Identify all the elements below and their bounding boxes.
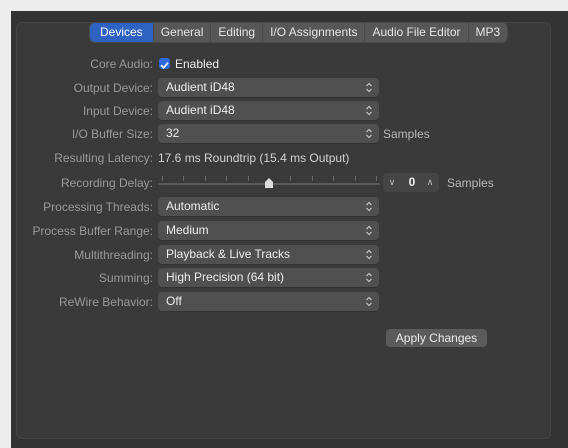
output-device-row: Output Device: Audient iD48: [0, 78, 568, 98]
core-audio-checkbox[interactable]: [159, 58, 170, 69]
apply-changes-button[interactable]: Apply Changes: [386, 329, 487, 347]
tab-general[interactable]: General: [154, 23, 212, 42]
slider-tick: [355, 176, 356, 181]
io-buffer-select[interactable]: 32: [158, 124, 379, 143]
slider-tick: [376, 176, 377, 181]
input-device-label: Input Device:: [82, 104, 153, 118]
checkmark-icon: [160, 62, 169, 69]
latency-row: Resulting Latency: 17.6 ms Roundtrip (15…: [0, 148, 568, 168]
process-buffer-select[interactable]: Medium: [158, 221, 379, 240]
slider-tick: [183, 176, 184, 181]
slider-tick: [162, 176, 163, 181]
processing-threads-row: Processing Threads: Automatic: [0, 197, 568, 217]
output-device-value: Audient iD48: [166, 80, 235, 94]
stepper-down-button[interactable]: ∨: [386, 174, 398, 191]
recording-delay-row: Recording Delay: ∨ 0 ∧ Samples: [0, 173, 568, 193]
output-device-label: Output Device:: [73, 81, 153, 95]
latency-value: 17.6 ms Roundtrip (15.4 ms Output): [158, 151, 350, 165]
multithreading-select[interactable]: Playback & Live Tracks: [158, 245, 379, 264]
updown-chevron-icon: [366, 225, 372, 236]
process-buffer-value: Medium: [166, 223, 209, 237]
output-device-select[interactable]: Audient iD48: [158, 78, 379, 97]
io-buffer-row: I/O Buffer Size: 32 Samples: [0, 124, 568, 144]
input-device-row: Input Device: Audient iD48: [0, 101, 568, 121]
updown-chevron-icon: [366, 201, 372, 212]
updown-chevron-icon: [366, 296, 372, 307]
input-device-value: Audient iD48: [166, 103, 235, 117]
core-audio-enabled-label[interactable]: Enabled: [175, 54, 219, 74]
multithreading-label: Multithreading:: [74, 248, 153, 262]
summing-select[interactable]: High Precision (64 bit): [158, 268, 379, 287]
slider-tick: [290, 176, 291, 181]
slider-thumb[interactable]: [264, 177, 274, 189]
process-buffer-row: Process Buffer Range: Medium: [0, 221, 568, 241]
updown-chevron-icon: [366, 105, 372, 116]
tab-audio-file-editor[interactable]: Audio File Editor: [365, 23, 469, 42]
io-buffer-value: 32: [166, 126, 180, 140]
recording-delay-stepper: ∨ 0 ∧: [383, 173, 439, 192]
stepper-up-button[interactable]: ∧: [424, 174, 436, 191]
core-audio-row: Core Audio: Enabled: [0, 54, 568, 74]
updown-chevron-icon: [366, 128, 372, 139]
io-buffer-unit: Samples: [383, 127, 430, 141]
tab-devices[interactable]: Devices: [90, 23, 154, 42]
rewire-label: ReWire Behavior:: [58, 295, 153, 309]
slider-tick: [205, 176, 206, 181]
recording-delay-unit: Samples: [447, 176, 494, 190]
tab-mp3[interactable]: MP3: [469, 23, 508, 42]
multithreading-value: Playback & Live Tracks: [166, 247, 291, 261]
multithreading-row: Multithreading: Playback & Live Tracks: [0, 245, 568, 265]
recording-delay-label: Recording Delay:: [60, 176, 153, 190]
input-device-select[interactable]: Audient iD48: [158, 101, 379, 120]
processing-threads-label: Processing Threads:: [43, 200, 153, 214]
processing-threads-select[interactable]: Automatic: [158, 197, 379, 216]
slider-tick: [226, 176, 227, 181]
rewire-value: Off: [166, 294, 182, 308]
slider-tick: [312, 176, 313, 181]
io-buffer-label: I/O Buffer Size:: [71, 127, 153, 141]
processing-threads-value: Automatic: [166, 199, 220, 213]
slider-tick: [248, 176, 249, 181]
recording-delay-value[interactable]: 0: [401, 173, 423, 192]
tab-editing[interactable]: Editing: [211, 23, 264, 42]
summing-row: Summing: High Precision (64 bit): [0, 268, 568, 288]
tab-bar: Devices General Editing I/O Assignments …: [90, 23, 508, 42]
latency-label: Resulting Latency:: [54, 151, 153, 165]
core-audio-label: Core Audio:: [90, 57, 153, 71]
slider-tick: [333, 176, 334, 181]
summing-label: Summing:: [98, 271, 153, 285]
tab-io-assignments[interactable]: I/O Assignments: [263, 23, 366, 42]
process-buffer-label: Process Buffer Range:: [32, 224, 153, 238]
rewire-row: ReWire Behavior: Off: [0, 292, 568, 312]
recording-delay-slider[interactable]: [158, 173, 380, 193]
updown-chevron-icon: [366, 82, 372, 93]
updown-chevron-icon: [366, 249, 372, 260]
rewire-select[interactable]: Off: [158, 292, 379, 311]
updown-chevron-icon: [366, 272, 372, 283]
summing-value: High Precision (64 bit): [166, 270, 285, 284]
